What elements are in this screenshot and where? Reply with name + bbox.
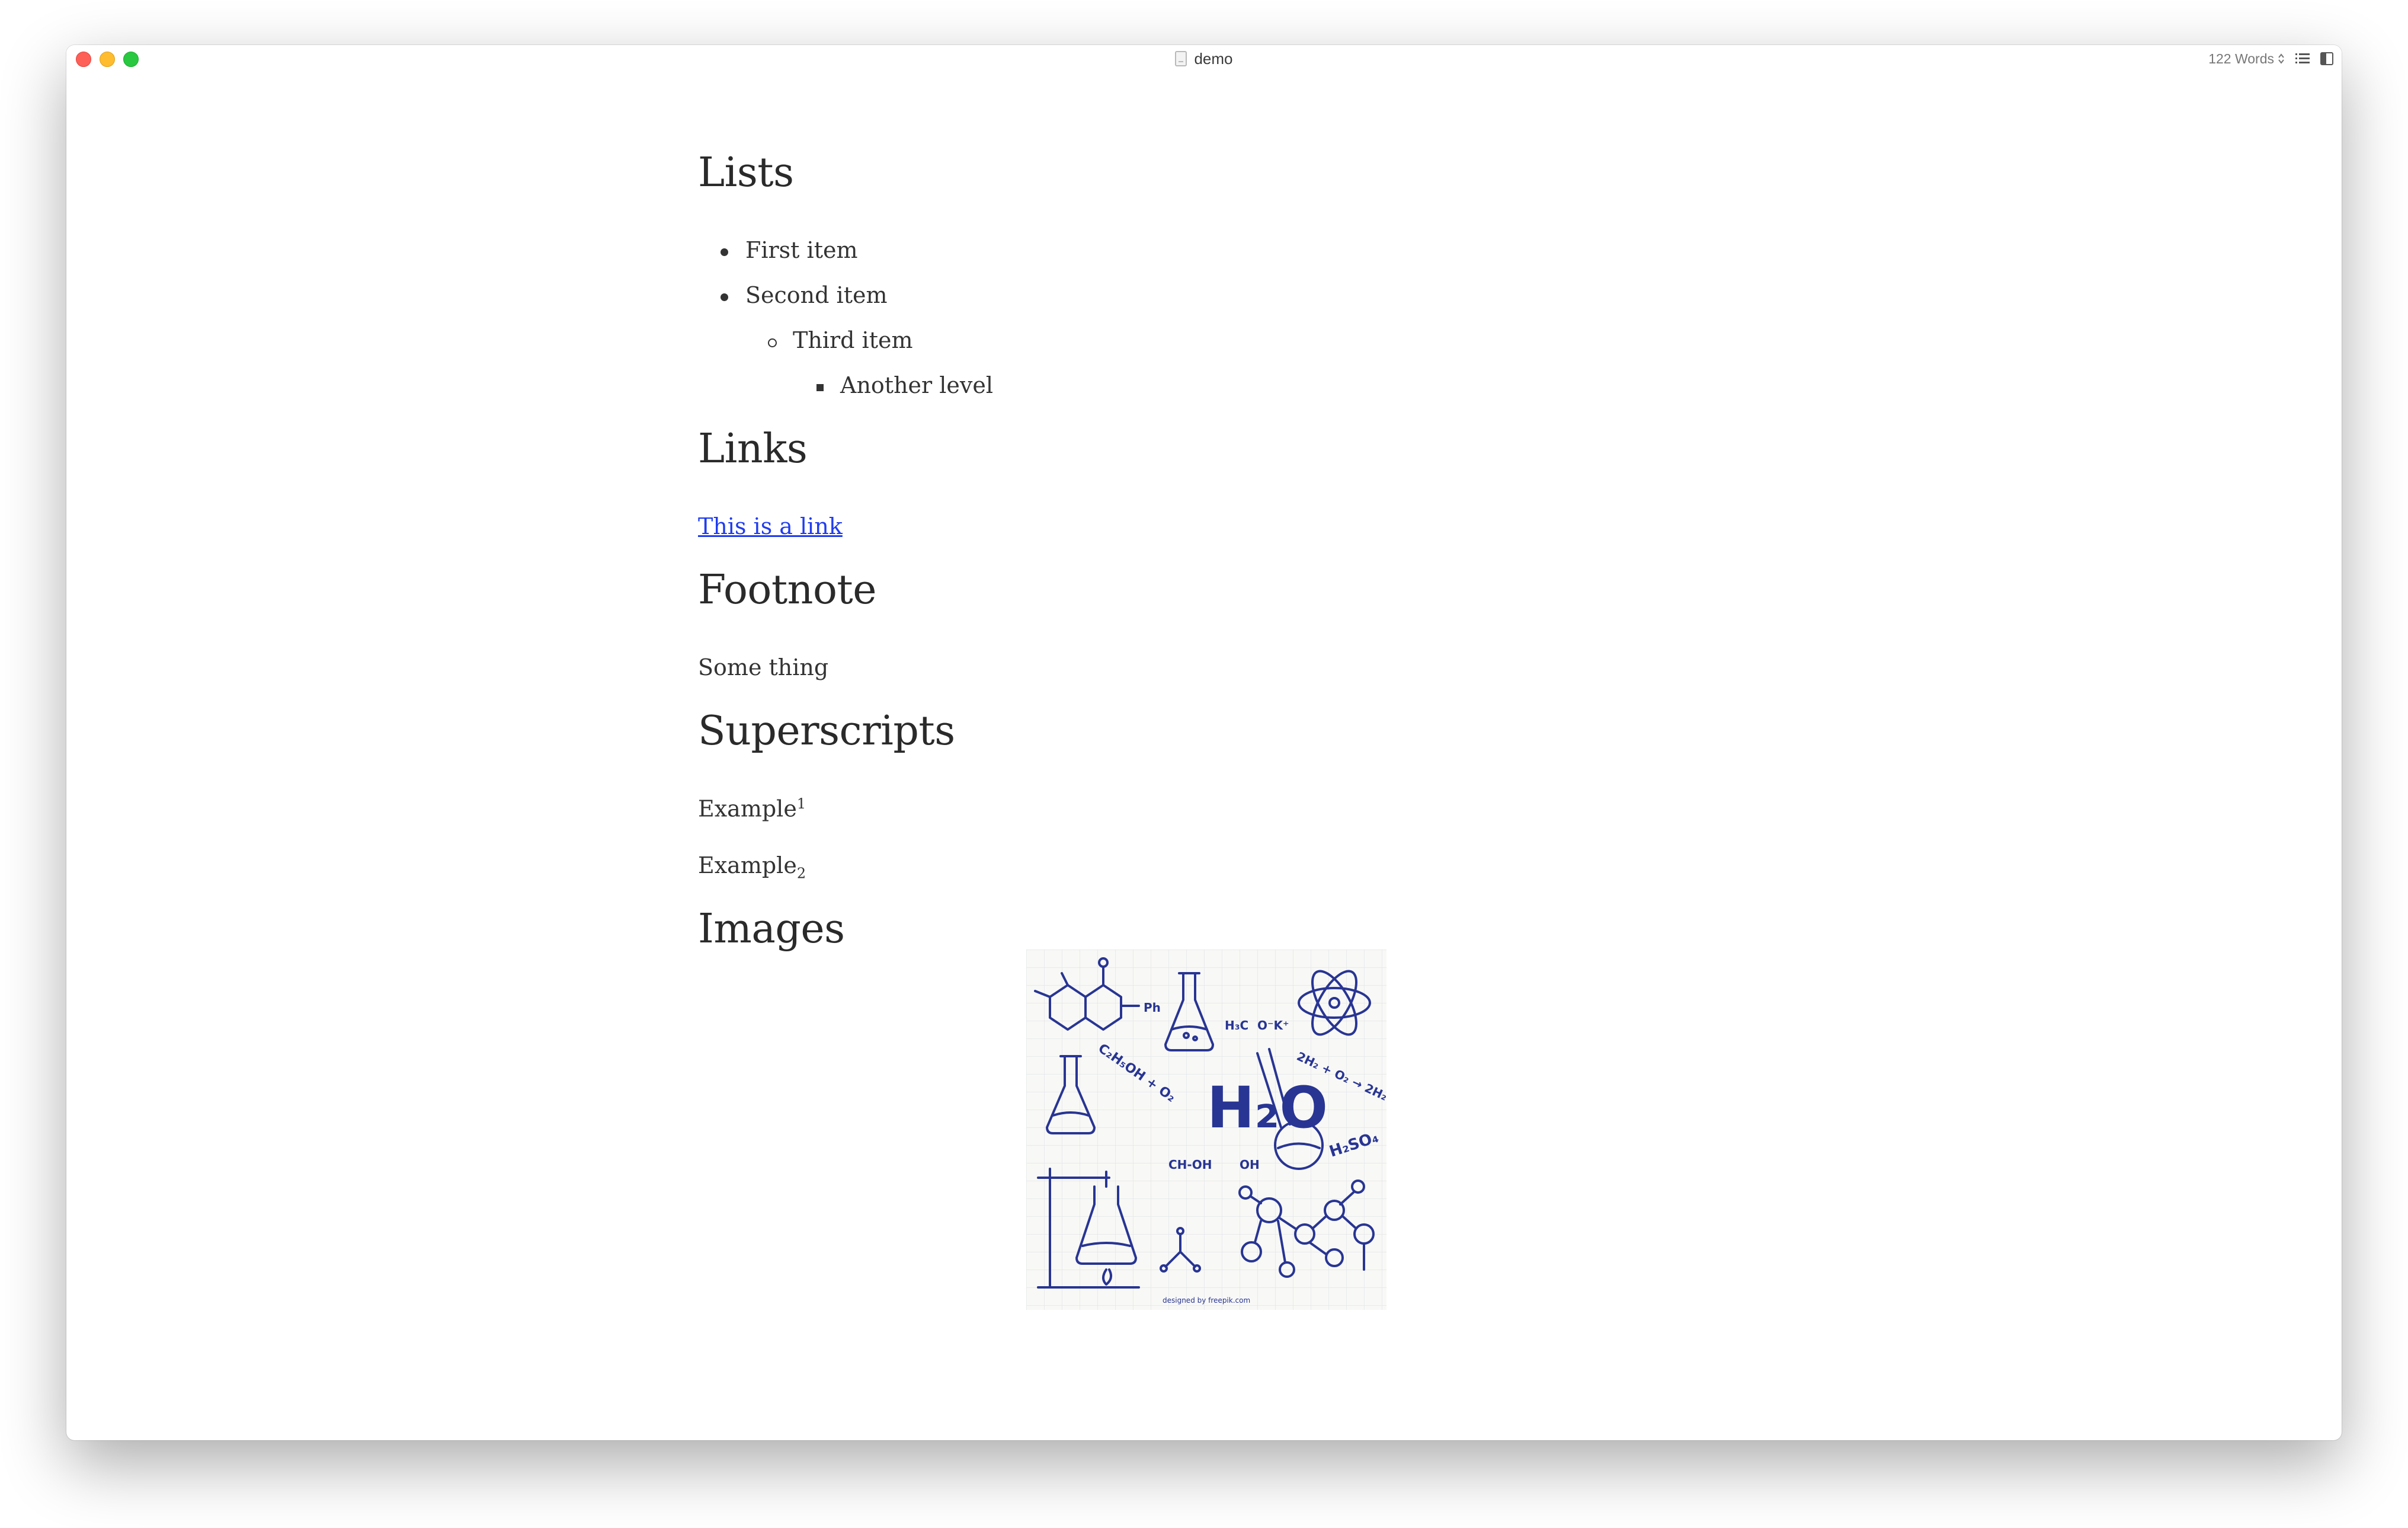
superscript-mark: 1 (796, 795, 806, 812)
footnote-text: Some thing (698, 654, 829, 680)
chemistry-illustration-svg: H₂O C₂H₅OH + O₂ 2H₂ + O₂ → 2H₂O H₂SO₄ H₃… (1026, 950, 1399, 1310)
heading-superscripts: Superscripts (698, 708, 955, 755)
bullet-disc (721, 248, 728, 256)
image-credit: designed by freepik.com (1163, 1296, 1250, 1305)
heading-images: Images (698, 906, 845, 952)
word-count-text: 122 Words (2208, 50, 2274, 66)
subscript-mark: 2 (796, 865, 806, 882)
window-title: demo (66, 45, 2342, 72)
formula-hydroxyl: OH (1240, 1158, 1260, 1172)
heading-lists: Lists (698, 149, 794, 196)
bullet-disc (721, 293, 728, 301)
heading-footnote: Footnote (698, 567, 876, 613)
word-count-selector[interactable]: 122 Words (2208, 51, 2285, 67)
bullet-circle (768, 338, 777, 347)
formula-alcohol: CH-OH (1168, 1158, 1212, 1172)
list-item-third: Third item (793, 327, 913, 353)
outline-list-icon[interactable] (2295, 52, 2310, 65)
formula-methyl: H₃C (1225, 1018, 1248, 1032)
chemistry-illustration: H₂O C₂H₅OH + O₂ 2H₂ + O₂ → 2H₂O H₂SO₄ H₃… (1026, 950, 1399, 1310)
subscript-base-text: Example (698, 852, 797, 878)
list-item-first: First item (745, 237, 858, 263)
center-formula: H₂O (1207, 1075, 1328, 1141)
title-bar: demo 122 Words (66, 45, 2342, 72)
bullet-square (816, 384, 824, 391)
chevron-updown-icon (2278, 53, 2285, 65)
list-item-second: Second item (745, 282, 888, 308)
heading-links: Links (698, 426, 808, 472)
subscript-example: Example2 (698, 852, 806, 882)
document-icon (1175, 51, 1187, 66)
sidebar-toggle-icon[interactable] (2320, 52, 2333, 65)
link-paragraph: This is a link (698, 513, 843, 539)
editor-window: demo 122 Words Lists First item Second i… (66, 45, 2342, 1440)
formula-phenyl: Ph (1144, 1000, 1161, 1015)
superscript-base-text: Example (698, 795, 797, 822)
title-bar-controls: 122 Words (2208, 45, 2333, 72)
window-title-text: demo (1194, 49, 1233, 68)
formula-potassium: O⁻K⁺ (1257, 1018, 1289, 1032)
superscript-example: Example1 (698, 795, 806, 822)
list-item-another-level: Another level (840, 372, 994, 398)
example-link[interactable]: This is a link (698, 513, 843, 539)
